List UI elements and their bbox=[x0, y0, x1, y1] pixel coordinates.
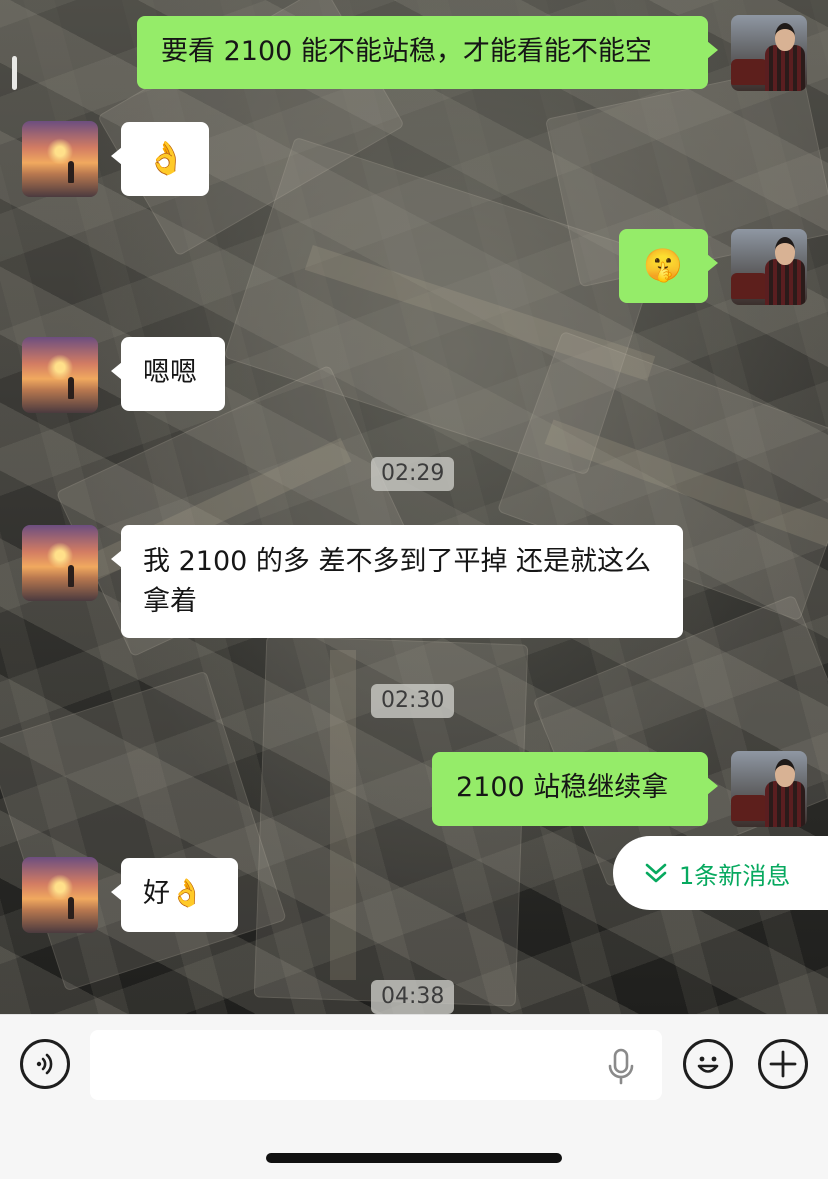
message-timestamp: 02:29 bbox=[371, 457, 455, 491]
message-bubble-incoming[interactable]: 我 2100 的多 差不多到了平掉 还是就这么拿着 bbox=[111, 525, 683, 638]
microphone-icon[interactable] bbox=[606, 1048, 636, 1086]
message-text: 2100 站稳继续拿 bbox=[456, 772, 669, 803]
message-text: 嗯嗯 bbox=[143, 357, 197, 388]
message-text: 好👌 bbox=[143, 878, 204, 909]
emoji-button[interactable] bbox=[683, 1039, 733, 1089]
message-input[interactable] bbox=[90, 1030, 662, 1100]
scroll-indicator[interactable] bbox=[12, 56, 17, 90]
home-indicator[interactable] bbox=[266, 1153, 562, 1163]
more-options-button[interactable] bbox=[758, 1039, 808, 1089]
message-bubble-incoming[interactable]: 好👌 bbox=[111, 858, 238, 932]
message-text: 我 2100 的多 差不多到了平掉 还是就这么拿着 bbox=[143, 546, 652, 617]
message-bubble-incoming[interactable]: 嗯嗯 bbox=[111, 337, 225, 411]
avatar-self[interactable] bbox=[731, 15, 807, 91]
avatar-contact[interactable] bbox=[22, 857, 98, 933]
new-message-indicator[interactable]: 1条新消息 bbox=[613, 836, 828, 910]
message-bubble-outgoing[interactable]: 🤫 bbox=[619, 229, 718, 303]
avatar-self[interactable] bbox=[731, 229, 807, 305]
message-timestamp: 04:38 bbox=[371, 980, 455, 1014]
message-text: 🤫 bbox=[643, 246, 683, 284]
emoji-icon bbox=[697, 1056, 719, 1073]
message-bubble-outgoing[interactable]: 要看 2100 能不能站稳，才能看能不能空 bbox=[137, 16, 718, 89]
new-message-label: 1条新消息 bbox=[679, 861, 791, 890]
plus-icon bbox=[769, 1050, 797, 1078]
avatar-contact[interactable] bbox=[22, 337, 98, 413]
avatar-contact[interactable] bbox=[22, 525, 98, 601]
message-timestamp: 02:30 bbox=[371, 684, 455, 718]
message-text: 👌 bbox=[146, 139, 186, 177]
message-bubble-outgoing[interactable]: 2100 站稳继续拿 bbox=[432, 752, 718, 826]
avatar-contact[interactable] bbox=[22, 121, 98, 197]
avatar-self[interactable] bbox=[731, 751, 807, 827]
voice-toggle-icon bbox=[36, 1053, 53, 1075]
message-bubble-incoming[interactable]: 👌 bbox=[111, 122, 209, 196]
message-text: 要看 2100 能不能站稳，才能看能不能空 bbox=[161, 36, 652, 67]
double-chevron-down-icon bbox=[645, 863, 667, 883]
voice-toggle-button[interactable] bbox=[20, 1039, 70, 1089]
